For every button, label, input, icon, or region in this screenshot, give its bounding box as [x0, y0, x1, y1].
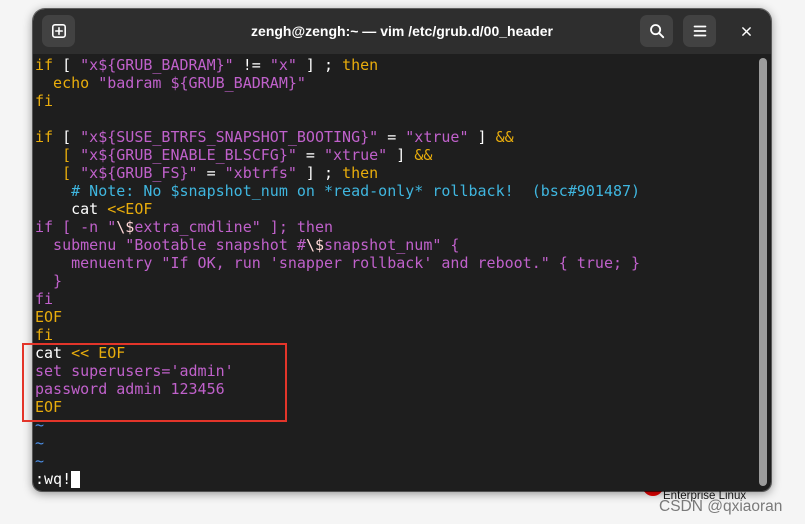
scrollbar-thumb[interactable]	[759, 58, 767, 486]
search-button[interactable]	[640, 15, 673, 47]
code-token: =	[378, 128, 406, 146]
menu-icon	[693, 25, 706, 37]
vim-empty-line-marker: ~	[35, 452, 45, 470]
close-icon	[742, 26, 751, 36]
code-token: if [ -n "	[35, 218, 117, 236]
editor-line: fi	[35, 92, 640, 110]
code-token: "xbtrfs"	[224, 164, 297, 182]
code-token: &&	[414, 146, 433, 164]
terminal-window[interactable]: zengh@zengh:~ — vim /etc/grub.d/00_heade…	[33, 9, 771, 491]
code-token: "x${SUSE_BTRFS_SNAPSHOT_BOOTING}"	[80, 128, 379, 146]
code-token: password admin 123456	[35, 380, 225, 398]
editor-line: [ "x${GRUB_FS}" = "xbtrfs" ] ; then	[35, 164, 640, 182]
code-token: "badram ${GRUB_BADRAM}"	[89, 74, 306, 92]
code-token: fi	[35, 326, 54, 344]
code-token: << EOF	[71, 344, 126, 362]
code-token: "xtrue"	[405, 128, 469, 146]
vim-empty-line-marker: ~	[35, 416, 45, 434]
editor-line: cat <<EOF	[35, 200, 640, 218]
vim-command-line[interactable]: :wq!	[35, 470, 81, 488]
vim-empty-line-marker: ~	[35, 434, 45, 452]
code-token: [	[53, 56, 81, 74]
title-bar[interactable]: zengh@zengh:~ — vim /etc/grub.d/00_heade…	[33, 9, 771, 54]
code-token: ] ;	[296, 164, 343, 182]
code-token: =	[197, 164, 225, 182]
code-token: if	[35, 128, 54, 146]
editor-line: EOF	[35, 398, 640, 416]
terminal-content[interactable]: if [ "x${GRUB_BADRAM}" != "x" ] ; then e…	[33, 54, 771, 491]
code-token: fi	[35, 290, 54, 308]
code-token: ]	[468, 128, 496, 146]
scrollbar[interactable]	[757, 54, 771, 491]
code-token: [	[53, 128, 81, 146]
code-token: cat	[35, 344, 72, 362]
editor-line: cat << EOF	[35, 344, 640, 362]
code-token: echo	[35, 74, 90, 92]
editor-line: ~	[35, 434, 640, 452]
vim-buffer[interactable]: if [ "x${GRUB_BADRAM}" != "x" ] ; then e…	[35, 56, 640, 470]
code-token: ] ;	[296, 56, 343, 74]
code-token: then	[342, 56, 379, 74]
code-token: <<EOF	[107, 200, 153, 218]
code-token: "x${GRUB_FS}"	[71, 164, 198, 182]
editor-line: ~	[35, 452, 640, 470]
editor-line: fi	[35, 290, 640, 308]
close-button[interactable]	[730, 15, 763, 47]
window-title: zengh@zengh:~ — vim /etc/grub.d/00_heade…	[251, 23, 553, 39]
code-token: &&	[495, 128, 514, 146]
code-token: if	[35, 56, 54, 74]
code-token: cat	[35, 200, 108, 218]
editor-line: password admin 123456	[35, 380, 640, 398]
code-token: # Note: No $snapshot_num on *read-only* …	[35, 182, 641, 200]
code-token: EOF	[35, 398, 63, 416]
code-token: ]	[387, 146, 415, 164]
code-token: fi	[35, 92, 54, 110]
command-text: :wq!	[35, 470, 72, 488]
code-token: EOF	[35, 308, 63, 326]
new-tab-button[interactable]	[42, 15, 75, 47]
desktop-background: Enterprise Linux zengh@zengh:~ — vim /et…	[0, 0, 805, 524]
editor-line: submenu "Bootable snapshot #\$snapshot_n…	[35, 236, 640, 254]
code-token: =	[296, 146, 324, 164]
editor-line: set superusers='admin'	[35, 362, 640, 380]
editor-line: if [ -n "\$extra_cmdline" ]; then	[35, 218, 640, 236]
code-token: set superusers='admin'	[35, 362, 234, 380]
code-token: \$	[305, 236, 324, 254]
watermark: CSDN @qxiaoran	[659, 498, 783, 515]
code-token: !=	[233, 56, 270, 74]
editor-line: }	[35, 272, 640, 290]
code-token: "xtrue"	[324, 146, 388, 164]
code-token: submenu "Bootable snapshot #	[35, 236, 306, 254]
code-token: then	[342, 164, 379, 182]
code-token: extra_cmdline" ]; then	[134, 218, 334, 236]
code-token: menuentry "If OK, run 'snapper rollback'…	[35, 254, 641, 272]
text-cursor	[71, 471, 81, 488]
editor-line: [ "x${GRUB_ENABLE_BLSCFG}" = "xtrue" ] &…	[35, 146, 640, 164]
editor-line: fi	[35, 326, 640, 344]
code-token: [	[35, 164, 72, 182]
editor-line: echo "badram ${GRUB_BADRAM}"	[35, 74, 640, 92]
code-token: }	[35, 272, 63, 290]
code-token: "x${GRUB_ENABLE_BLSCFG}"	[71, 146, 297, 164]
menu-button[interactable]	[683, 15, 716, 47]
editor-line: EOF	[35, 308, 640, 326]
code-token: snapshot_num" {	[324, 236, 460, 254]
editor-line: if [ "x${SUSE_BTRFS_SNAPSHOT_BOOTING}" =…	[35, 128, 640, 146]
new-tab-icon	[51, 23, 66, 38]
editor-line: # Note: No $snapshot_num on *read-only* …	[35, 182, 640, 200]
code-token: "x${GRUB_BADRAM}"	[80, 56, 234, 74]
editor-line: ~	[35, 416, 640, 434]
code-token: \$	[116, 218, 135, 236]
code-token: "x"	[269, 56, 297, 74]
editor-line: menuentry "If OK, run 'snapper rollback'…	[35, 254, 640, 272]
code-token: [	[35, 146, 72, 164]
editor-line: if [ "x${GRUB_BADRAM}" != "x" ] ; then	[35, 56, 640, 74]
search-icon	[649, 24, 664, 39]
